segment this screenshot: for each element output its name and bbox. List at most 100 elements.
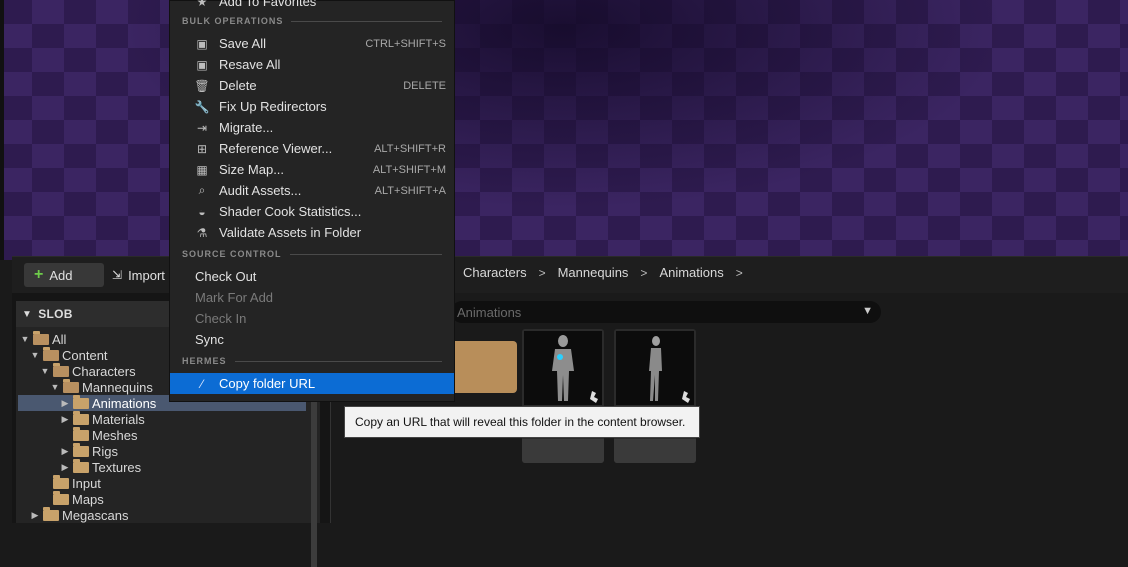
menu-item-delete[interactable]: 🗑 Delete DELETE (170, 75, 454, 96)
tree-item-all[interactable]: ▼ All (20, 330, 67, 347)
context-menu: ★ Add To Favorites BULK OPERATIONS ▣ Sav… (169, 0, 455, 402)
menu-item-label: Save All (219, 36, 266, 51)
folder-open-icon (43, 346, 59, 361)
caret-down-icon[interactable]: ▼ (20, 334, 30, 344)
menu-item-label: Mark For Add (195, 290, 274, 305)
folder-icon (73, 394, 89, 409)
menu-item-shortcut: ALT+SHIFT+M (372, 163, 446, 176)
menu-item-audit-assets[interactable]: ⌕ Audit Assets... ALT+SHIFT+A (170, 180, 454, 201)
add-button[interactable]: + Add (24, 263, 104, 287)
menu-item-label: Sync (195, 332, 224, 347)
tree-item-materials[interactable]: ▶ Materials (60, 410, 145, 427)
folder-icon (53, 490, 69, 505)
viewport-border (0, 0, 4, 260)
caret-down-icon[interactable]: ▼ (50, 382, 60, 392)
tree-item-meshes[interactable]: Meshes (60, 426, 138, 443)
tree-item-rigs[interactable]: ▶ Rigs (60, 442, 118, 459)
menu-item-label: Check In (195, 311, 247, 326)
menu-item-check-out[interactable]: Check Out (170, 266, 454, 287)
caret-down-icon: ▼ (22, 308, 33, 320)
tree-item-label: Animations (92, 395, 157, 411)
chevron-right-icon: > (538, 265, 546, 280)
caret-right-icon[interactable]: ▶ (60, 414, 70, 425)
wrench-icon: 🔧 (194, 99, 210, 114)
menu-item-label: Validate Assets in Folder (219, 225, 362, 240)
link-icon: ⁄ (200, 376, 203, 391)
menu-item-label: Add To Favorites (219, 0, 317, 9)
tree-item-characters[interactable]: ▼ Characters (40, 362, 136, 379)
section-title: BULK OPERATIONS (182, 16, 284, 26)
folder-open-icon (33, 330, 49, 345)
menu-item-sync[interactable]: Sync (170, 329, 454, 350)
section-title: HERMES (182, 356, 227, 366)
tree-item-maps[interactable]: Maps (40, 490, 104, 507)
menu-item-save-all[interactable]: ▣ Save All CTRL+SHIFT+S (170, 33, 454, 54)
caret-down-icon[interactable]: ▼ (30, 350, 40, 360)
import-icon: ⇲ (112, 268, 123, 282)
breadcrumb-item[interactable]: Characters (463, 265, 527, 280)
menu-item-label: Shader Cook Statistics... (219, 204, 362, 219)
menu-item-fix-up-redirectors[interactable]: 🔧 Fix Up Redirectors (170, 96, 454, 117)
save-icon: ▣ (196, 57, 208, 72)
menu-item-resave-all[interactable]: ▣ Resave All (170, 54, 454, 75)
chevron-right-icon[interactable]: > (736, 266, 743, 280)
breadcrumb-item[interactable]: Mannequins (558, 265, 629, 280)
asset-tile[interactable] (614, 329, 696, 463)
folder-icon (73, 458, 89, 473)
folder-icon (53, 474, 69, 489)
folder-tile-icon[interactable] (445, 341, 517, 393)
asset-tile[interactable] (522, 329, 604, 463)
tree-item-textures[interactable]: ▶ Textures (60, 458, 141, 475)
section-header-bulk-operations: BULK OPERATIONS (182, 16, 442, 26)
menu-item-check-in: Check In (170, 308, 454, 329)
menu-item-shader-cook-statistics[interactable]: ◒ Shader Cook Statistics... (170, 201, 454, 222)
menu-item-copy-folder-url[interactable]: ⁄ Copy folder URL (170, 373, 454, 394)
menu-item-add-to-favorites[interactable]: ★ Add To Favorites (170, 0, 454, 12)
menu-item-validate-assets[interactable]: ⚗ Validate Assets in Folder (170, 222, 454, 243)
chevron-down-icon[interactable]: ▼ (862, 305, 873, 317)
tree-item-label: Mannequins (82, 379, 153, 395)
caret-right-icon[interactable]: ▶ (60, 462, 70, 473)
breadcrumb-item[interactable]: Animations (659, 265, 723, 280)
tooltip: Copy an URL that will reveal this folder… (344, 406, 700, 438)
tree-item-mannequins[interactable]: ▼ Mannequins (50, 378, 153, 395)
tree-item-megascans[interactable]: ▶ Megascans (30, 506, 129, 523)
path-filter-bar[interactable]: Animations ▼ (451, 301, 881, 323)
tree-item-input[interactable]: Input (40, 474, 101, 491)
tree-item-animations[interactable]: ▶ Animations (60, 394, 157, 411)
menu-item-label: Resave All (219, 57, 281, 72)
mannequin-thumbnail (524, 331, 602, 405)
caret-right-icon[interactable]: ▶ (60, 446, 70, 457)
tree-item-label: Megascans (62, 507, 129, 523)
tree-item-content[interactable]: ▼ Content (30, 346, 108, 363)
breadcrumb: Characters > Mannequins > Animations > (463, 265, 743, 280)
mannequin-thumbnail (616, 331, 694, 405)
menu-item-size-map[interactable]: ▦ Size Map... ALT+SHIFT+M (170, 159, 454, 180)
chevron-right-icon: > (640, 265, 648, 280)
import-button[interactable]: ⇲ Import (102, 263, 175, 287)
menu-item-reference-viewer[interactable]: ⊞ Reference Viewer... ALT+SHIFT+R (170, 138, 454, 159)
folder-icon (43, 506, 59, 521)
caret-right-icon[interactable]: ▶ (60, 398, 70, 409)
section-title: SOURCE CONTROL (182, 249, 282, 259)
reference-viewer-icon: ⊞ (196, 141, 208, 156)
menu-item-shortcut: ALT+SHIFT+A (374, 184, 446, 197)
tree-item-label: Characters (72, 363, 136, 379)
caret-down-icon[interactable]: ▼ (40, 366, 50, 376)
asset-tile-footer (522, 439, 604, 463)
tree-item-label: All (52, 331, 67, 347)
menu-item-label: Check Out (195, 269, 257, 284)
filter-text: Animations (457, 304, 522, 320)
folder-icon (73, 410, 89, 425)
trash-icon: 🗑 (194, 78, 210, 93)
menu-item-label: Fix Up Redirectors (219, 99, 327, 114)
audit-icon: ⌕ (198, 183, 206, 197)
tree-header-label: SLOB (38, 307, 73, 321)
menu-item-label: Delete (219, 78, 257, 93)
save-icon: ▣ (196, 36, 208, 51)
section-header-source-control: SOURCE CONTROL (182, 249, 442, 259)
menu-item-migrate[interactable]: ⇥ Migrate... (170, 117, 454, 138)
caret-right-icon[interactable]: ▶ (30, 510, 40, 521)
tree-item-label: Materials (92, 411, 145, 427)
section-divider (289, 253, 442, 255)
